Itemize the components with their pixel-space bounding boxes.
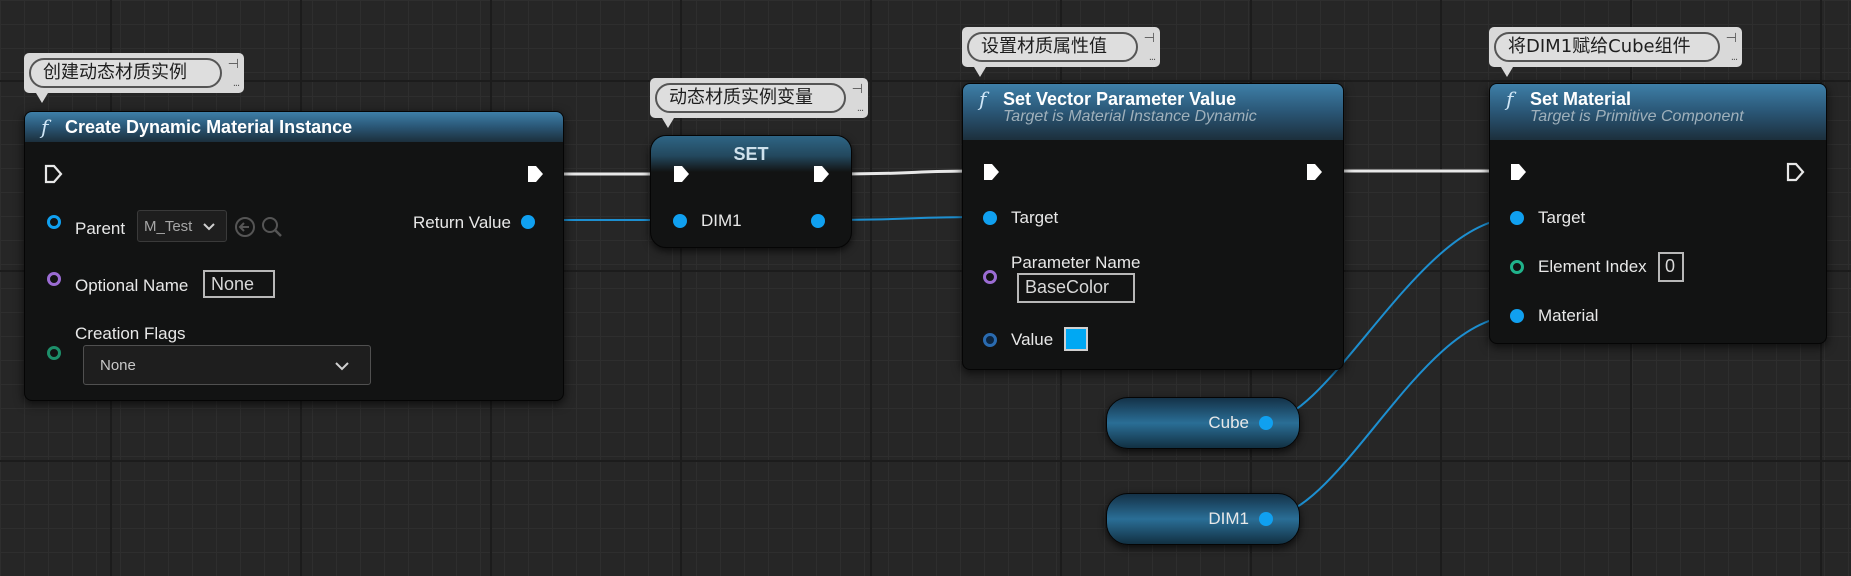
cube-label: Cube <box>1208 413 1249 432</box>
parent-asset-value: M_Test <box>144 218 193 235</box>
more-icon[interactable]: ... <box>857 102 864 114</box>
dim1-in-pin[interactable] <box>673 214 687 228</box>
comment-assign-text: 将DIM1赋给Cube组件 <box>1494 32 1720 62</box>
parent-label: Parent <box>75 219 126 238</box>
dim1-label: DIM1 <box>701 211 742 230</box>
comment-assign[interactable]: 将DIM1赋给Cube组件 ⊣ ... <box>1489 27 1742 77</box>
exec-in-pin[interactable] <box>1508 162 1528 182</box>
dim1-getter-label: DIM1 <box>1208 509 1249 528</box>
target-pin[interactable] <box>1510 211 1524 225</box>
node-header: f Create Dynamic Material Instance <box>25 112 563 142</box>
dim1-out-pin[interactable] <box>811 214 825 228</box>
value-label: Value <box>1011 330 1054 349</box>
element-index-label: Element Index <box>1538 257 1647 276</box>
set-dim1-node[interactable]: SET DIM1 <box>650 135 852 248</box>
optional-name-pin[interactable] <box>47 272 61 286</box>
function-icon: f <box>979 87 987 111</box>
creation-flags-label: Creation Flags <box>75 324 186 343</box>
node-header: f Set Vector Parameter Value Target is M… <box>963 84 1343 140</box>
chevron-down-icon <box>335 362 349 371</box>
return-value-label: Return Value <box>413 213 511 232</box>
cube-variable-node[interactable]: Cube <box>1106 397 1300 449</box>
create-dynamic-material-instance-node[interactable]: f Create Dynamic Material Instance Paren… <box>24 111 564 401</box>
node-header: f Set Material Target is Primitive Compo… <box>1490 84 1826 140</box>
parameter-name-label: Parameter Name <box>1011 253 1141 272</box>
exec-in-pin[interactable] <box>981 162 1001 182</box>
creation-flags-value: None <box>100 357 136 374</box>
pin-icon[interactable]: ⊣ <box>228 56 239 72</box>
comment-setparam-text: 设置材质属性值 <box>967 32 1138 62</box>
exec-wire-set-to-vector <box>829 169 981 176</box>
exec-out-pin[interactable] <box>1304 162 1324 182</box>
comment-var-text: 动态材质实例变量 <box>655 83 846 113</box>
function-icon: f <box>41 115 49 139</box>
material-label: Material <box>1538 306 1599 325</box>
exec-out-pin[interactable] <box>811 164 831 184</box>
pin-icon[interactable]: ⊣ <box>852 81 863 97</box>
set-vector-parameter-value-node[interactable]: f Set Vector Parameter Value Target is M… <box>962 83 1344 370</box>
comment-tail <box>974 67 986 77</box>
element-index-pin[interactable] <box>1510 260 1524 274</box>
creation-flags-pin[interactable] <box>47 346 61 360</box>
creation-flags-dropdown[interactable]: None <box>83 345 371 385</box>
chevron-down-icon <box>203 223 215 231</box>
comment-tail <box>36 93 48 103</box>
parameter-name-input[interactable]: BaseColor <box>1017 273 1135 303</box>
parent-asset-dropdown[interactable]: M_Test <box>137 210 227 242</box>
parent-pin[interactable] <box>47 215 61 229</box>
target-label: Target <box>1538 208 1586 227</box>
element-index-input[interactable]: 0 <box>1658 252 1684 282</box>
more-icon[interactable]: ... <box>1149 51 1156 63</box>
more-icon[interactable]: ... <box>1731 51 1738 63</box>
node-title: Create Dynamic Material Instance <box>65 117 353 137</box>
set-material-node[interactable]: f Set Material Target is Primitive Compo… <box>1489 83 1827 344</box>
target-pin[interactable] <box>983 211 997 225</box>
exec-out-pin[interactable] <box>525 164 545 184</box>
comment-create[interactable]: 创建动态材质实例 ⊣ ... <box>24 53 244 103</box>
material-pin[interactable] <box>1510 309 1524 323</box>
optional-name-label: Optional Name <box>75 276 189 295</box>
color-swatch[interactable] <box>1064 327 1088 351</box>
exec-in-pin[interactable] <box>43 164 63 184</box>
comment-var[interactable]: 动态材质实例变量 ⊣ ... <box>650 78 868 128</box>
exec-out-pin[interactable] <box>1785 162 1805 182</box>
dim1-variable-node[interactable]: DIM1 <box>1106 493 1300 545</box>
more-icon[interactable]: ... <box>233 77 240 89</box>
browse-asset-search-icon[interactable] <box>261 216 283 238</box>
comment-create-text: 创建动态材质实例 <box>29 58 222 88</box>
optional-name-input[interactable]: None <box>203 270 275 298</box>
function-icon: f <box>1506 87 1514 111</box>
target-label: Target <box>1011 208 1059 227</box>
cube-out-pin[interactable] <box>1259 416 1273 430</box>
node-subtitle: Target is Primitive Component <box>1530 108 1744 125</box>
dim1-getter-out-pin[interactable] <box>1259 512 1273 526</box>
use-selected-asset-icon[interactable] <box>234 216 256 238</box>
comment-tail <box>1501 67 1513 77</box>
value-pin[interactable] <box>983 333 997 347</box>
pin-icon[interactable]: ⊣ <box>1726 30 1737 46</box>
parameter-name-pin[interactable] <box>983 270 997 284</box>
comment-tail <box>662 118 674 128</box>
comment-setparam[interactable]: 设置材质属性值 ⊣ ... <box>962 27 1160 77</box>
node-subtitle: Target is Material Instance Dynamic <box>1003 108 1257 125</box>
return-value-pin[interactable] <box>521 215 535 229</box>
pin-icon[interactable]: ⊣ <box>1144 30 1155 46</box>
exec-in-pin[interactable] <box>671 164 691 184</box>
